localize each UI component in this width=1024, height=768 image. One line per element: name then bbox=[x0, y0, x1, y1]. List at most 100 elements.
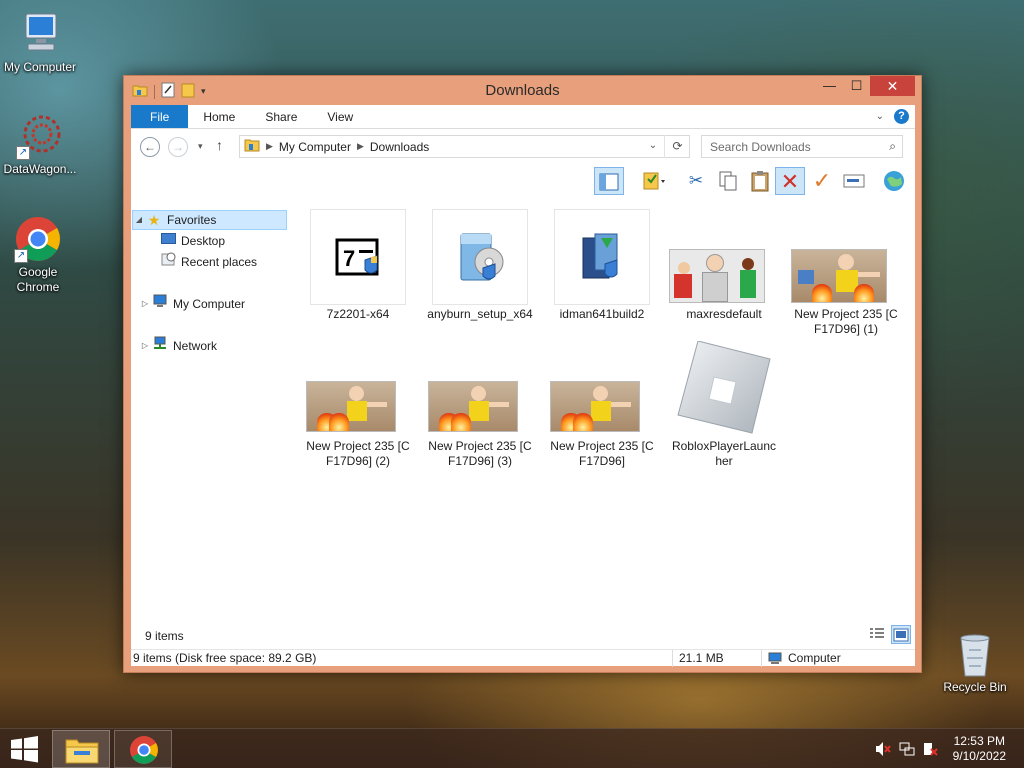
nav-label: Network bbox=[173, 339, 218, 353]
breadcrumb-my-computer[interactable]: My Computer bbox=[279, 140, 351, 154]
computer-icon bbox=[767, 650, 783, 667]
desktop-icon-label: My Computer bbox=[3, 60, 77, 74]
network-icon[interactable] bbox=[899, 741, 915, 760]
desktop-icon-datawagon[interactable]: ↗ DataWagon... bbox=[0, 112, 80, 177]
file-item[interactable]: New Project 235 [CF17D96] (3) bbox=[425, 341, 535, 471]
file-item[interactable]: New Project 235 [CF17D96] (2) bbox=[303, 341, 413, 471]
title-bar[interactable]: ▾ Downloads — ☐ ✕ bbox=[124, 76, 921, 105]
file-item[interactable]: New Project 235 [CF17D96] (1) bbox=[791, 209, 901, 339]
checkmark-icon[interactable]: ✓ bbox=[807, 167, 837, 195]
chrome-icon: ↗ bbox=[14, 215, 62, 263]
item-count-row: 9 items bbox=[131, 621, 915, 649]
address-dropdown-icon[interactable]: ⌄ bbox=[643, 135, 663, 158]
image-thumbnail bbox=[428, 381, 518, 432]
properties-button[interactable] bbox=[634, 167, 674, 195]
clock[interactable]: 12:53 PM 9/10/2022 bbox=[953, 734, 1006, 764]
file-name: New Project 235 [CF17D96] (1) bbox=[794, 307, 898, 336]
star-icon: ★ bbox=[147, 212, 161, 228]
nav-label: Favorites bbox=[167, 213, 217, 227]
taskbar-file-explorer[interactable] bbox=[52, 730, 110, 768]
desktop-icon-recycle-bin[interactable]: Recycle Bin bbox=[935, 630, 1015, 695]
help-icon[interactable]: ? bbox=[894, 109, 909, 124]
search-icon: ⌕ bbox=[889, 139, 896, 153]
window-body: File Home Share View ⌄ ? ← → ▾ ↑ ▶ My Co… bbox=[131, 105, 915, 667]
start-button[interactable] bbox=[0, 729, 48, 768]
folder-icon bbox=[244, 138, 260, 155]
maximize-button[interactable]: ☐ bbox=[843, 76, 870, 96]
recycle-bin-icon bbox=[951, 630, 999, 678]
cut-icon[interactable]: ✂ bbox=[681, 167, 711, 195]
nav-item-my-computer[interactable]: ▷ My Computer bbox=[139, 294, 289, 314]
file-name: RobloxPlayerLauncher bbox=[671, 439, 777, 468]
minimize-button[interactable]: — bbox=[816, 76, 843, 96]
close-button[interactable]: ✕ bbox=[870, 76, 915, 96]
explorer-window: ▾ Downloads — ☐ ✕ File Home Share View ⌄… bbox=[123, 75, 922, 673]
tab-view[interactable]: View bbox=[312, 105, 368, 128]
location-label: Computer bbox=[788, 651, 841, 665]
expand-icon[interactable]: ▷ bbox=[139, 336, 151, 356]
back-button[interactable]: ← bbox=[140, 137, 160, 157]
rename-icon[interactable] bbox=[839, 167, 869, 195]
recent-locations-icon[interactable]: ▾ bbox=[198, 141, 203, 152]
datawagon-icon: ↗ bbox=[16, 112, 64, 160]
desktop-icon-chrome[interactable]: ↗ Google Chrome bbox=[0, 215, 78, 295]
search-input[interactable]: Search Downloads ⌕ bbox=[701, 135, 903, 158]
window-controls: — ☐ ✕ bbox=[816, 76, 915, 96]
window-title: Downloads bbox=[485, 82, 560, 99]
taskbar-chrome[interactable] bbox=[114, 730, 172, 768]
preview-pane-button[interactable] bbox=[594, 167, 624, 195]
file-name: idman641build2 bbox=[559, 307, 645, 321]
volume-muted-icon[interactable] bbox=[875, 741, 891, 760]
desktop-icon-label: Google Chrome bbox=[16, 265, 60, 294]
file-name: 7z2201-x64 bbox=[326, 307, 390, 321]
paste-icon[interactable] bbox=[745, 167, 775, 195]
tab-file[interactable]: File bbox=[131, 105, 189, 128]
command-toolbar: ✂ ✕ ✓ bbox=[131, 163, 915, 197]
file-item[interactable]: maxresdefault bbox=[669, 209, 779, 339]
desktop-icon-label: DataWagon... bbox=[3, 162, 77, 176]
nav-item-favorites[interactable]: ◢ ★ Favorites bbox=[132, 210, 287, 230]
large-icons-view-button[interactable] bbox=[891, 625, 911, 644]
address-bar[interactable]: ▶ My Computer ▶ Downloads bbox=[239, 135, 690, 158]
nav-item-recent-places[interactable]: Recent places bbox=[159, 252, 287, 272]
installer-idm-icon bbox=[554, 209, 650, 305]
delete-icon[interactable]: ✕ bbox=[775, 167, 805, 195]
file-item[interactable]: RobloxPlayerLauncher bbox=[669, 340, 779, 471]
copy-icon[interactable] bbox=[713, 167, 743, 195]
image-thumbnail bbox=[669, 249, 765, 303]
globe-icon[interactable] bbox=[879, 167, 909, 195]
file-item[interactable]: New Project 235 [CF17D96] bbox=[547, 341, 657, 471]
search-placeholder: Search Downloads bbox=[710, 140, 811, 154]
image-thumbnail bbox=[791, 249, 887, 303]
tab-home[interactable]: Home bbox=[188, 105, 250, 128]
up-button[interactable]: ↑ bbox=[216, 137, 223, 153]
chrome-icon bbox=[130, 736, 158, 764]
action-center-icon[interactable] bbox=[922, 741, 938, 760]
nav-label: Desktop bbox=[181, 234, 226, 248]
roblox-icon bbox=[676, 340, 772, 437]
expand-ribbon-icon[interactable]: ⌄ bbox=[876, 111, 884, 122]
nav-item-desktop[interactable]: Desktop bbox=[159, 231, 287, 251]
nav-item-network[interactable]: ▷ Network bbox=[139, 336, 289, 356]
file-item[interactable]: 7 7z2201-x64 bbox=[303, 209, 413, 339]
installer-7z-icon: 7 bbox=[310, 209, 406, 305]
expand-icon[interactable]: ▷ bbox=[139, 294, 151, 314]
svg-text:7: 7 bbox=[343, 246, 355, 271]
windows-logo-icon bbox=[11, 736, 38, 763]
image-thumbnail bbox=[550, 381, 640, 432]
breadcrumb-downloads[interactable]: Downloads bbox=[370, 140, 429, 154]
collapse-icon[interactable]: ◢ bbox=[133, 210, 145, 230]
shortcut-arrow-icon: ↗ bbox=[16, 146, 30, 160]
computer-icon bbox=[151, 294, 169, 314]
desktop-icon-my-computer[interactable]: My Computer bbox=[0, 10, 80, 75]
ribbon-right-controls: ⌄ ? bbox=[876, 109, 909, 124]
file-list: 7 7z2201-x64 anyburn_setup_x64 idman641b… bbox=[303, 197, 915, 621]
file-item[interactable]: anyburn_setup_x64 bbox=[425, 209, 535, 339]
file-item[interactable]: idman641build2 bbox=[547, 209, 657, 339]
details-view-button[interactable] bbox=[869, 627, 887, 643]
item-count: 9 items bbox=[145, 629, 184, 643]
refresh-button[interactable]: ⟳ bbox=[664, 135, 690, 158]
file-name: anyburn_setup_x64 bbox=[427, 307, 533, 321]
forward-button[interactable]: → bbox=[168, 137, 188, 157]
tab-share[interactable]: Share bbox=[250, 105, 312, 128]
